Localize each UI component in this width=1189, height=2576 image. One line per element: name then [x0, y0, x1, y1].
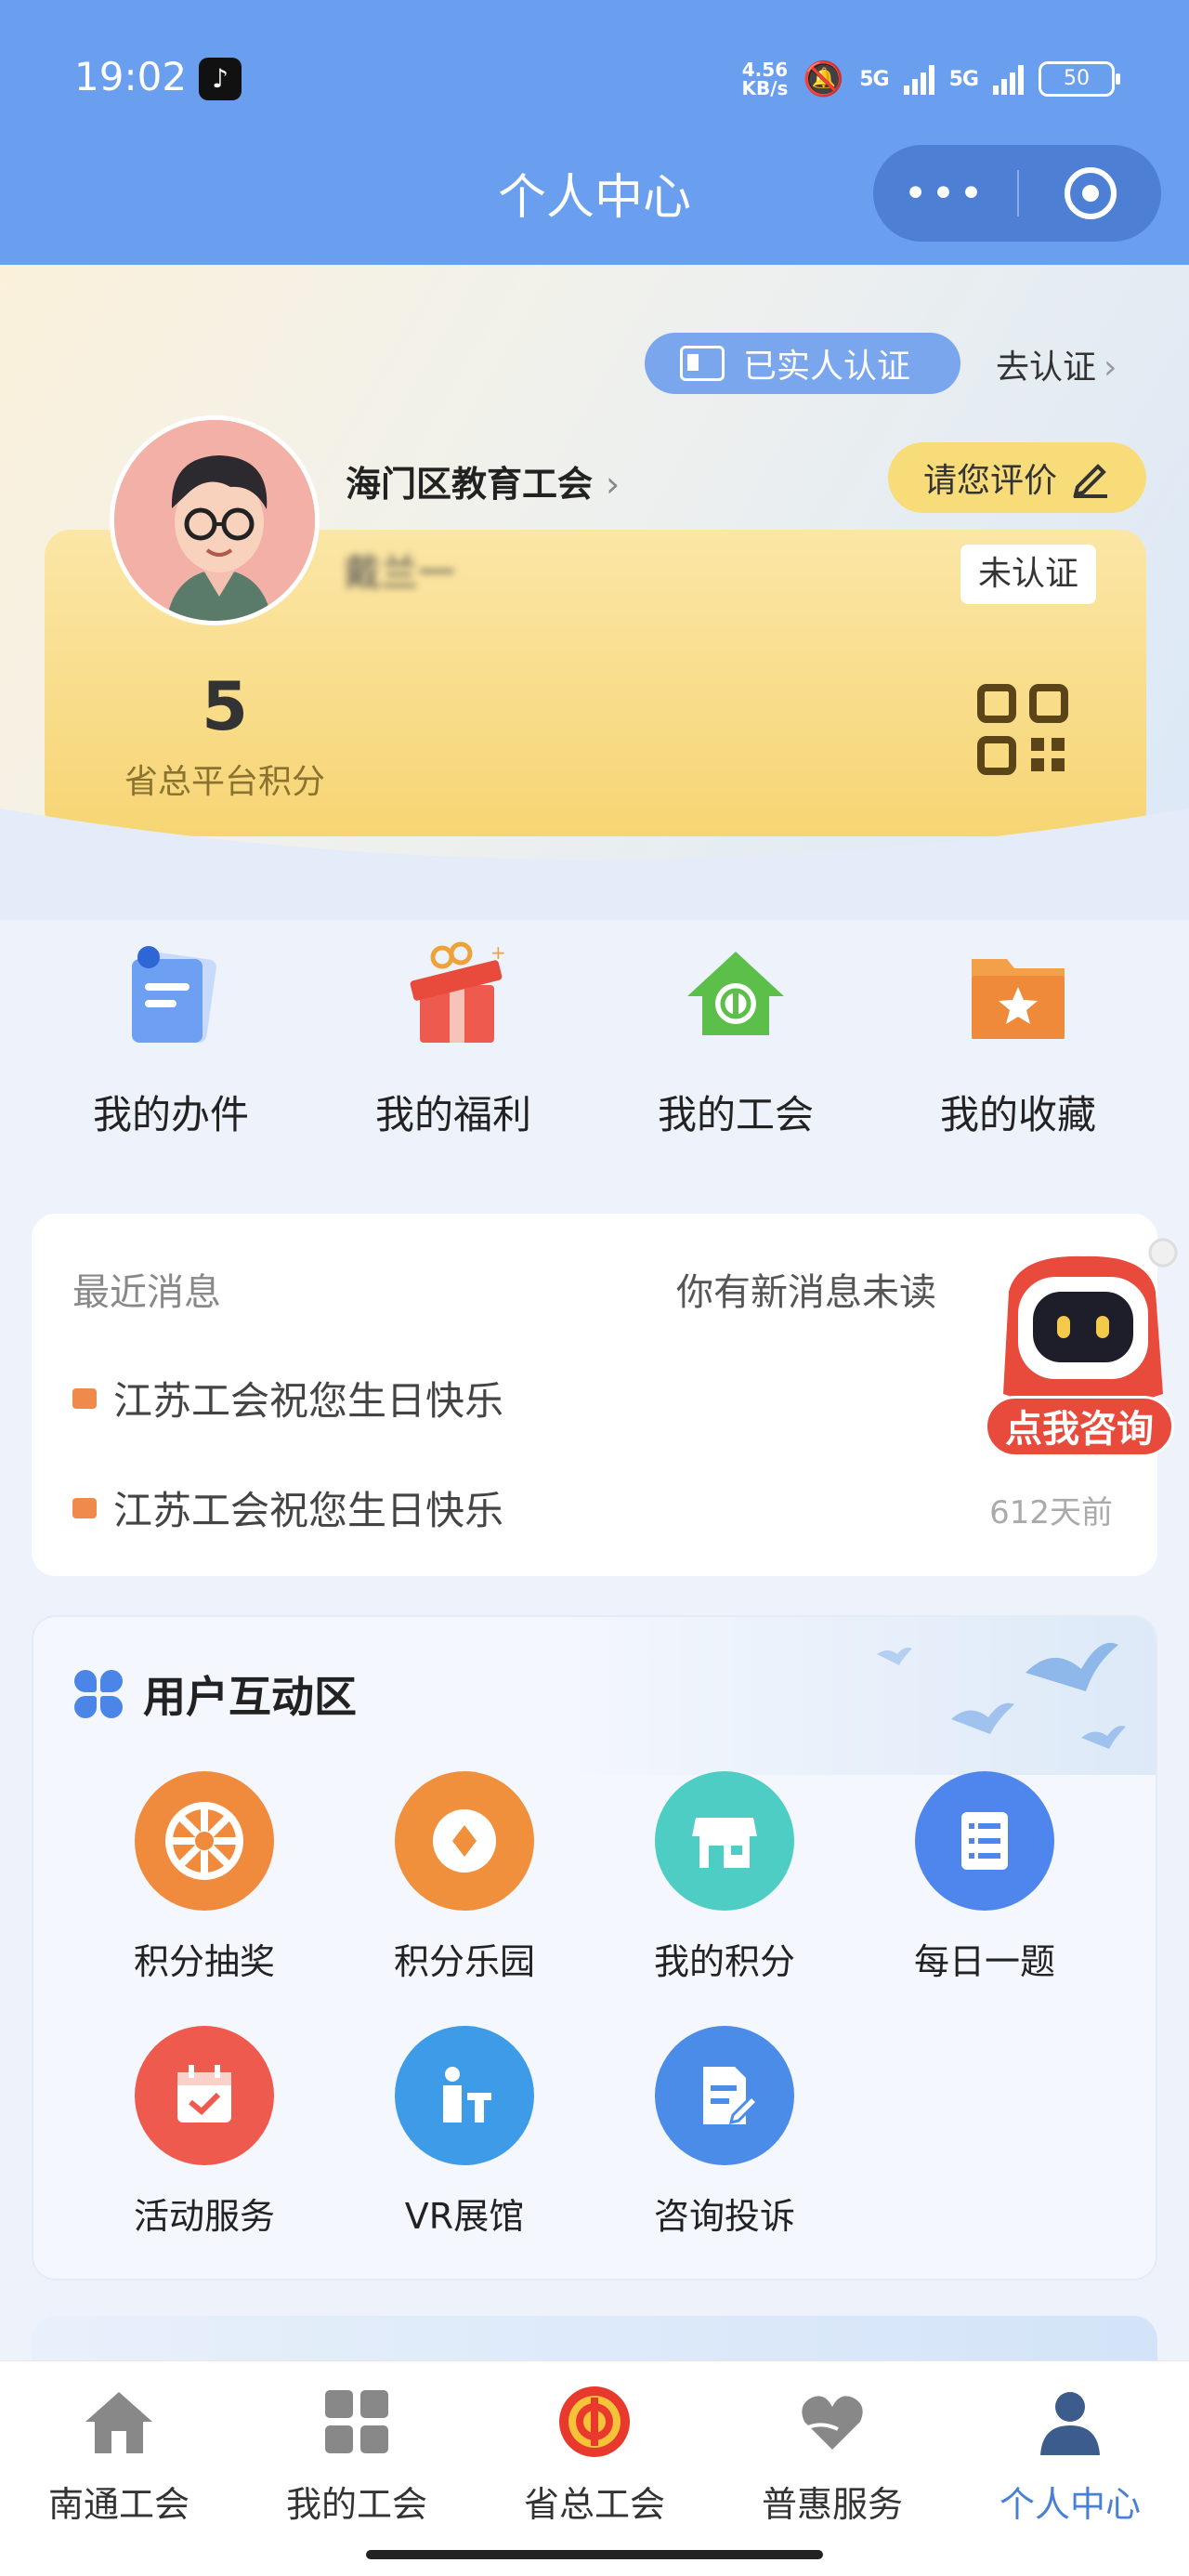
chevron-right-icon: › — [1104, 348, 1117, 387]
tab-nantong-union[interactable]: 南通工会 — [0, 2385, 238, 2527]
union-home-icon — [687, 952, 784, 1035]
wave-divider — [0, 808, 1189, 920]
status-indicators: 4.56 KB/s 🔕 5G 5G 50 — [741, 56, 1120, 102]
tab-inclusive-service[interactable]: 普惠服务 — [713, 2385, 951, 2527]
clover-icon — [74, 1670, 123, 1718]
close-button[interactable] — [1019, 167, 1161, 219]
messages-title: 最近消息 — [72, 1271, 221, 1314]
points-park-item[interactable]: 积分乐园 — [344, 1771, 585, 1984]
quick-link-my-favorites[interactable]: 我的收藏 — [888, 939, 1148, 1140]
mini-program-capsule: ••• — [873, 145, 1161, 242]
points-label: 省总平台积分 — [124, 763, 325, 801]
tab-personal-center[interactable]: 个人中心 — [951, 2385, 1189, 2527]
interaction-title: 用户互动区 — [74, 1663, 357, 1725]
home-indicator[interactable] — [366, 2550, 823, 2559]
lottery-item[interactable]: 积分抽奖 — [84, 1771, 325, 1984]
home-icon — [85, 2392, 152, 2453]
coin-icon — [395, 1771, 534, 1911]
rate-button[interactable]: 请您评价 — [888, 442, 1146, 513]
svg-text:+: + — [490, 941, 506, 964]
user-name: 戴兰一 — [344, 552, 455, 595]
tab-provincial-union[interactable]: 省总工会 — [476, 2385, 713, 2527]
my-points-item[interactable]: 我的积分 — [604, 1771, 845, 1984]
form-edit-icon — [655, 2026, 794, 2165]
quick-link-my-cases[interactable]: 我的办件 — [41, 939, 301, 1140]
birds-icon — [877, 1642, 1126, 1749]
target-icon — [1064, 167, 1117, 219]
chat-bubble-icon — [72, 1377, 97, 1409]
shop-icon — [655, 1771, 794, 1911]
quick-link-my-benefits[interactable]: + 我的福利 — [323, 939, 583, 1140]
message-time: 612天前 — [989, 1494, 1113, 1531]
battery-icon: 50 — [1039, 61, 1120, 97]
message-item[interactable]: 江苏工会祝您生日快乐 — [72, 1479, 503, 1536]
verified-label: 已实人认证 — [743, 348, 911, 386]
go-verify-link[interactable]: 去认证 › — [996, 340, 1117, 388]
avatar[interactable] — [110, 415, 320, 625]
net-speed: 4.56 KB/s — [741, 59, 789, 99]
daily-question-item[interactable]: 每日一题 — [864, 1771, 1105, 1984]
vr-exhibition-item[interactable]: VR展馆 — [344, 2026, 585, 2239]
more-button[interactable]: ••• — [873, 170, 1017, 217]
activity-service-item[interactable]: 活动服务 — [84, 2026, 325, 2239]
exhibition-icon — [395, 2026, 534, 2165]
checklist-icon — [915, 1771, 1054, 1911]
lottery-wheel-icon — [135, 1771, 274, 1911]
person-icon — [1040, 2392, 1100, 2455]
signal-icon — [993, 63, 1024, 95]
qr-code-icon[interactable] — [977, 684, 1068, 775]
union-emblem-icon — [559, 2386, 630, 2457]
unread-notice[interactable]: 你有新消息未读 — [676, 1262, 936, 1316]
chevron-right-icon: › — [606, 464, 621, 505]
grid-icon — [325, 2390, 388, 2453]
consult-button[interactable]: 点我咨询 — [985, 1396, 1174, 1457]
tiktok-icon: ♪ — [199, 58, 242, 100]
status-time: 19:02 — [74, 54, 188, 99]
birds-decoration — [561, 1617, 1156, 1775]
pencil-icon — [1073, 464, 1107, 498]
bell-off-icon: 🔕 — [803, 60, 845, 99]
signal-icon — [903, 63, 934, 95]
id-card-icon — [680, 346, 725, 381]
unverified-tag: 未认证 — [960, 545, 1096, 604]
chat-bubble-icon — [72, 1487, 97, 1518]
sim2-label: 5G — [948, 67, 979, 91]
star-folder-icon — [972, 959, 1065, 1039]
message-item[interactable]: 江苏工会祝您生日快乐 — [72, 1370, 503, 1426]
avatar-illustration — [114, 420, 315, 621]
points-value[interactable]: 5 — [67, 667, 383, 745]
document-icon — [132, 946, 216, 1043]
verified-badge[interactable]: 已实人认证 — [645, 333, 960, 394]
complaint-item[interactable]: 咨询投诉 — [604, 2026, 845, 2239]
gift-icon: + — [410, 941, 506, 1043]
heart-hand-icon — [802, 2396, 863, 2450]
sim1-label: 5G — [859, 67, 889, 91]
quick-link-my-union[interactable]: 我的工会 — [606, 939, 866, 1140]
calendar-check-icon — [135, 2026, 274, 2165]
tab-my-union[interactable]: 我的工会 — [238, 2385, 476, 2527]
union-name-link[interactable]: 海门区教育工会 › — [346, 455, 620, 506]
